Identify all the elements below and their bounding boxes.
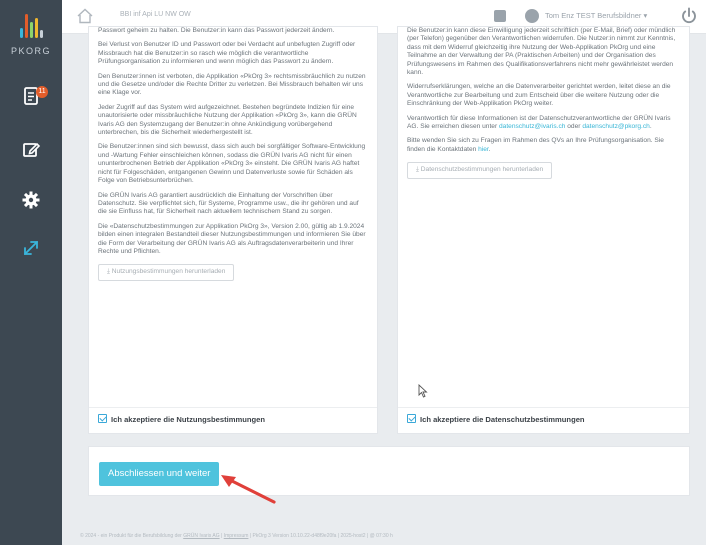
annotation-arrow-icon: [221, 475, 276, 504]
text: oder: [565, 123, 583, 131]
footer-company-link[interactable]: GRÜN Ivaris AG: [183, 533, 219, 539]
breadcrumb: BBI inf Api LU NW OW: [120, 11, 191, 18]
home-icon[interactable]: [76, 7, 94, 25]
paragraph: Bei Verlust von Benutzer ID und Passwort…: [98, 41, 356, 66]
footer-text: © 2024 - ein Produkt für die Berufsbildu…: [80, 533, 184, 539]
accept-privacy-label: Ich akzeptiere die Datenschutzbestimmung…: [420, 415, 585, 424]
paragraph: Jeder Zugriff auf das System wird aufgez…: [98, 103, 357, 137]
contact-link[interactable]: hier: [478, 146, 489, 153]
download-icon: ⤓: [416, 166, 419, 174]
expand-icon: [24, 241, 38, 255]
paragraph: Den Benutzer:innen ist verboten, die App…: [98, 72, 366, 97]
text: .: [649, 123, 652, 131]
checkbox-checked-icon[interactable]: [407, 414, 416, 423]
privacy-policy-text[interactable]: Die Benutzer:in kann diese Einwilligung …: [407, 27, 681, 179]
divider: [398, 407, 689, 408]
accept-terms-checkbox[interactable]: Ich akzeptiere die Nutzungsbestimmungen: [98, 414, 265, 424]
terms-of-use-text[interactable]: Passwort geheim zu halten. Die Benutzer:…: [98, 27, 369, 281]
paragraph: Die Benutzer:in kann diese Einwilligung …: [407, 27, 676, 77]
download-terms-label: Nutzungsbestimmungen herunterladen: [111, 268, 226, 276]
paragraph: Widerrufserklärungen, welche an die Date…: [407, 83, 671, 108]
sidebar-item-documents[interactable]: 11: [0, 86, 62, 112]
logo-mark: [11, 10, 51, 44]
email-link-ivaris[interactable]: datenschutz@ivaris.ch: [499, 123, 565, 130]
complete-and-continue-button[interactable]: Abschliessen und weiter: [99, 462, 220, 486]
paragraph: Die «Datenschutzbestimmungen zur Applika…: [98, 222, 366, 255]
accept-terms-label: Ich akzeptiere die Nutzungsbestimmungen: [111, 415, 266, 424]
text: .: [488, 145, 491, 153]
download-privacy-button[interactable]: ⤓ Datenschutzbestimmungen herunterladen: [407, 162, 553, 179]
edit-icon: [23, 142, 41, 157]
action-bar: Abschliessen und weiter: [88, 446, 690, 496]
sidebar-item-settings[interactable]: [0, 190, 62, 215]
paragraph: Bitte wenden Sie sich zu Fragen im Rahme…: [407, 137, 681, 154]
logo-text: PKORG: [10, 46, 51, 56]
terms-of-use-panel: Passwort geheim zu halten. Die Benutzer:…: [88, 26, 378, 434]
download-terms-button[interactable]: ⤓ Nutzungsbestimmungen herunterladen: [98, 264, 235, 281]
gear-icon: [22, 191, 40, 209]
email-link-pkorg[interactable]: datenschutz@pkorg.ch: [582, 123, 650, 130]
paragraph: Die GRÜN Ivaris AG garantiert ausdrückli…: [98, 191, 359, 216]
accept-privacy-checkbox[interactable]: Ich akzeptiere die Datenschutzbestimmung…: [407, 414, 585, 424]
footer-text: | PkOrg 3 Version 10.10.22-d48f9e20fa | …: [248, 533, 393, 539]
paragraph: Verantwortlich für diese Informationen i…: [407, 115, 681, 132]
privacy-policy-panel: Die Benutzer:in kann diese Einwilligung …: [397, 26, 690, 434]
text: Bitte wenden Sie sich zu Fragen im Rahme…: [407, 137, 664, 153]
paragraph: Die Benutzer:innen sind sich bewusst, da…: [98, 143, 366, 185]
download-privacy-label: Datenschutzbestimmungen herunterladen: [420, 166, 544, 174]
checkbox-checked-icon[interactable]: [98, 414, 107, 423]
window-icon[interactable]: [494, 10, 506, 22]
user-menu[interactable]: Tom Enz TEST Berufsbildner ▾: [545, 11, 647, 20]
divider: [89, 407, 377, 408]
avatar[interactable]: [525, 9, 539, 23]
notification-badge: 11: [36, 86, 48, 98]
power-icon[interactable]: [679, 6, 699, 26]
footer: © 2024 - ein Produkt für die Berufsbildu…: [62, 533, 706, 539]
sidebar-item-edit[interactable]: [0, 140, 62, 165]
paragraph: Passwort geheim zu halten. Die Benutzer:…: [98, 27, 335, 34]
footer-imprint-link[interactable]: Impressum: [224, 533, 249, 539]
mouse-cursor-icon: [418, 384, 428, 398]
logo[interactable]: PKORG: [0, 10, 62, 56]
sidebar-item-expand[interactable]: [0, 238, 62, 263]
download-icon: ⤓: [107, 268, 110, 276]
sidebar: PKORG 11: [0, 0, 62, 545]
